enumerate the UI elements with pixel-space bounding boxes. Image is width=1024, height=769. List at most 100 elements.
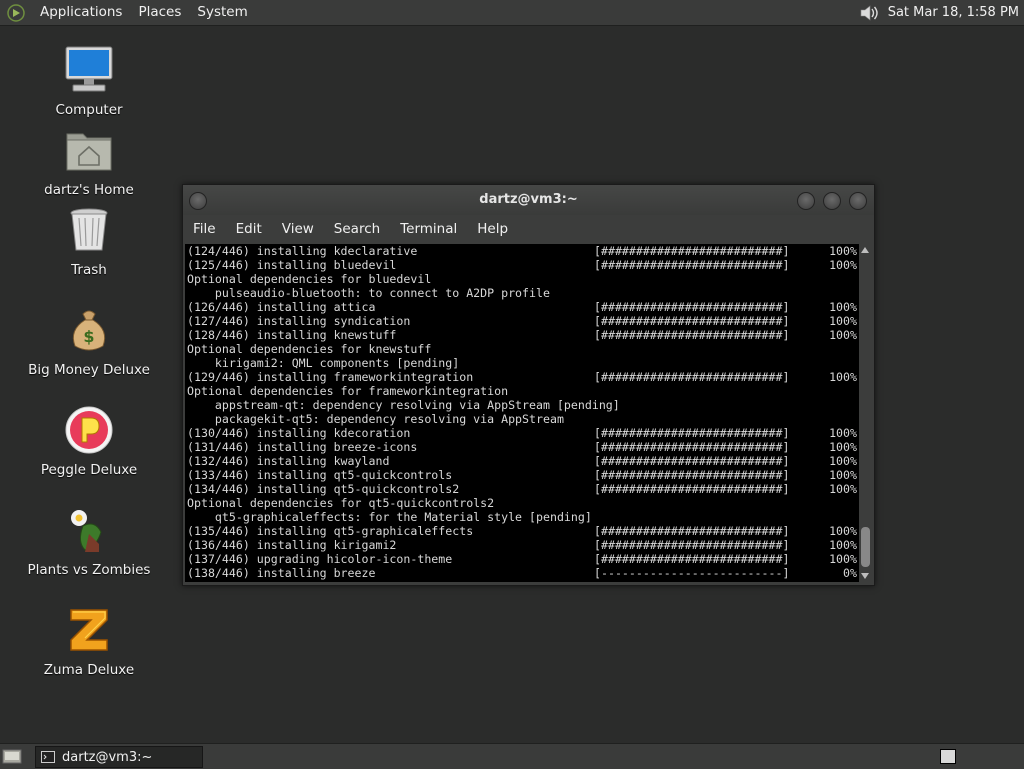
terminal-menubar: File Edit View Search Terminal Help (183, 215, 874, 243)
desktop-icon-label: dartz's Home (44, 182, 134, 198)
progress-bar-text: [##########################] (594, 524, 790, 538)
progress-percent: 100% (829, 370, 857, 384)
terminal-line-text: (138/446) installing breeze (187, 566, 376, 580)
progress-percent: 0% (843, 566, 857, 580)
progress-bar-text: [##########################] (594, 244, 790, 258)
terminal-line-text: (124/446) installing kdeclarative (187, 244, 418, 258)
minimize-button[interactable] (797, 192, 815, 210)
menu-edit[interactable]: Edit (226, 221, 272, 237)
bottom-panel: dartz@vm3:~ (0, 743, 1024, 769)
terminal-line-text: (126/446) installing attica (187, 300, 376, 314)
desktop-icon-plants-vs-zombies[interactable]: Plants vs Zombies (20, 504, 158, 578)
terminal-line-text: (130/446) installing kdecoration (187, 426, 411, 440)
terminal-window[interactable]: dartz@vm3:~ File Edit View Search Termin… (182, 184, 875, 586)
progress-bar-text: [##########################] (594, 370, 790, 384)
terminal-line: (131/446) installing breeze-icons [######… (185, 440, 859, 454)
clock[interactable]: Sat Mar 18, 1:58 PM (888, 5, 1019, 20)
terminal-line: Optional dependencies for bluedevil (185, 272, 859, 286)
desktop-icon-home[interactable]: dartz's Home (20, 124, 158, 198)
desktop-icon-big-money[interactable]: $ Big Money Deluxe (20, 304, 158, 378)
progress-bar-text: [##########################] (594, 258, 790, 272)
terminal-line: (135/446) installing qt5-graphicaleffect… (185, 524, 859, 538)
progress-percent: 100% (829, 524, 857, 538)
terminal-line: (138/446) installing breeze [------------… (185, 566, 859, 580)
desktop-icon-peggle[interactable]: Peggle Deluxe (20, 404, 158, 478)
desktop-icon-computer[interactable]: Computer (20, 44, 158, 118)
terminal-line: qt5-graphicaleffects: for the Material s… (185, 510, 859, 524)
progress-percent: 100% (829, 300, 857, 314)
menu-view[interactable]: View (272, 221, 324, 237)
progress-percent: 100% (829, 482, 857, 496)
system-menu[interactable]: System (189, 0, 255, 25)
scroll-thumb[interactable] (861, 527, 870, 567)
terminal-line: Optional dependencies for knewstuff (185, 342, 859, 356)
maximize-button[interactable] (823, 192, 841, 210)
terminal-line: (127/446) installing syndication [#######… (185, 314, 859, 328)
desktop-icon-label: Plants vs Zombies (27, 562, 151, 578)
desktop-icon-zuma[interactable]: Zuma Deluxe (20, 604, 158, 678)
progress-percent: 100% (829, 426, 857, 440)
terminal-line-text: (128/446) installing knewstuff (187, 328, 397, 342)
progress-bar-text: [##########################] (594, 328, 790, 342)
applications-menu[interactable]: Applications (32, 0, 130, 25)
terminal-line-text: appstream-qt: dependency resolving via A… (187, 398, 620, 412)
money-bag-icon: $ (72, 310, 106, 351)
terminal-line: Optional dependencies for qt5-quickcontr… (185, 496, 859, 510)
terminal-line: (130/446) installing kdecoration [#######… (185, 426, 859, 440)
progress-bar-text: [##########################] (594, 538, 790, 552)
progress-bar-text: [##########################] (594, 454, 790, 468)
progress-percent: 100% (829, 454, 857, 468)
terminal-line: packagekit-qt5: dependency resolving via… (185, 412, 859, 426)
progress-bar-text: [##########################] (594, 426, 790, 440)
progress-percent: 100% (829, 538, 857, 552)
terminal-line: pulseaudio-bluetooth: to connect to A2DP… (185, 286, 859, 300)
menu-search[interactable]: Search (324, 221, 390, 237)
terminal-line-text: packagekit-qt5: dependency resolving via… (187, 412, 564, 426)
terminal-line: Optional dependencies for frameworkinteg… (185, 384, 859, 398)
terminal-line: (129/446) installing frameworkintegratio… (185, 370, 859, 384)
top-panel-tray: Sat Mar 18, 1:58 PM (858, 0, 1024, 25)
progress-bar-text: [##########################] (594, 440, 790, 454)
volume-icon[interactable] (858, 3, 880, 23)
plants-vs-zombies-icon (71, 510, 102, 552)
progress-bar-text: [##########################] (594, 482, 790, 496)
terminal-line: (137/446) upgrading hicolor-icon-theme [#… (185, 552, 859, 566)
workspace-switcher[interactable] (940, 749, 956, 764)
window-titlebar[interactable]: dartz@vm3:~ (183, 185, 874, 215)
window-title: dartz@vm3:~ (479, 192, 578, 207)
menu-file[interactable]: File (183, 221, 226, 237)
terminal-line-text: (136/446) installing kirigami2 (187, 538, 397, 552)
terminal-line-text: (129/446) installing frameworkintegratio… (187, 370, 474, 384)
desktop-icon-label: Zuma Deluxe (43, 662, 135, 678)
terminal-line-text: (133/446) installing qt5-quickcontrols (187, 468, 453, 482)
gnome-foot-icon[interactable] (6, 3, 26, 23)
desktop-icon-label: Computer (55, 102, 123, 118)
terminal-line-text: (132/446) installing kwayland (187, 454, 390, 468)
trash-icon (70, 208, 108, 251)
close-button[interactable] (849, 192, 867, 210)
menu-terminal[interactable]: Terminal (390, 221, 467, 237)
places-menu[interactable]: Places (130, 0, 189, 25)
top-panel: Applications Places System Sat Mar 18, 1… (0, 0, 1024, 26)
terminal-line: (124/446) installing kdeclarative [######… (185, 244, 859, 258)
terminal-line: (133/446) installing qt5-quickcontrols [#… (185, 468, 859, 482)
terminal-line: (125/446) installing bluedevil [#########… (185, 258, 859, 272)
progress-percent: 100% (829, 244, 857, 258)
progress-bar-text: [##########################] (594, 552, 790, 566)
terminal-output[interactable]: (124/446) installing kdeclarative [######… (185, 244, 859, 582)
scroll-down-icon[interactable] (861, 573, 869, 579)
desktop-icon-label: Big Money Deluxe (28, 362, 150, 378)
desktop-icon-trash[interactable]: Trash (20, 204, 158, 278)
menu-help[interactable]: Help (467, 221, 518, 237)
terminal-line-text: (135/446) installing qt5-graphicaleffect… (187, 524, 474, 538)
taskbar-terminal-button[interactable]: dartz@vm3:~ (35, 746, 203, 768)
progress-bar-text: [##########################] (594, 300, 790, 314)
scroll-up-icon[interactable] (861, 247, 869, 253)
show-desktop-icon[interactable] (2, 747, 22, 765)
terminal-scrollbar[interactable] (859, 244, 872, 582)
progress-percent: 100% (829, 552, 857, 566)
terminal-line: appstream-qt: dependency resolving via A… (185, 398, 859, 412)
zuma-icon (70, 609, 108, 651)
home-folder-icon (66, 133, 112, 171)
progress-percent: 100% (829, 440, 857, 454)
